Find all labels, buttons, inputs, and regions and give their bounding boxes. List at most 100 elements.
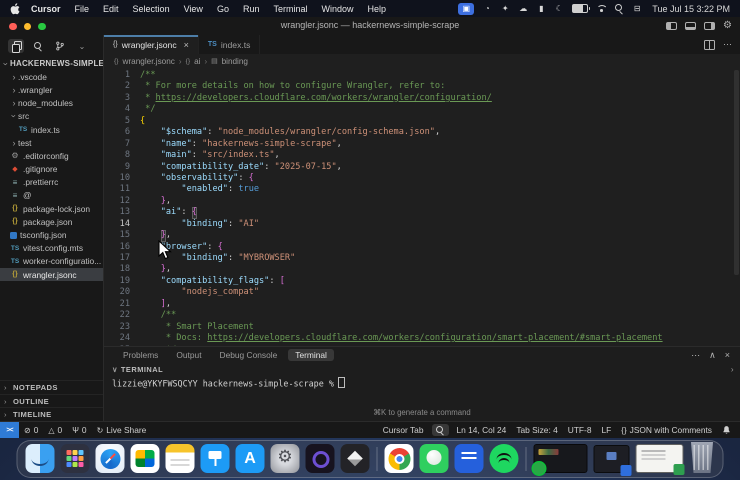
vpn-icon[interactable]: ✦ bbox=[500, 3, 510, 15]
file-prettierrc[interactable]: ≡.prettierrc bbox=[0, 176, 103, 189]
file-wrangler[interactable]: ›.wrangler bbox=[0, 83, 103, 96]
dock-settings-icon[interactable] bbox=[271, 444, 300, 473]
code-line-5[interactable]: 5{ bbox=[104, 116, 740, 127]
code-line-2[interactable]: 2 * For more details on how to configure… bbox=[104, 81, 740, 92]
code-line-23[interactable]: 23 * Smart Placement bbox=[104, 322, 740, 333]
panel-more-icon[interactable]: ⋯ bbox=[691, 350, 700, 361]
file-node-modules[interactable]: ›node_modules bbox=[0, 97, 103, 110]
dock-launchpad-icon[interactable] bbox=[61, 444, 90, 473]
code-line-13[interactable]: 13 "ai": { bbox=[104, 207, 740, 218]
code-line-18[interactable]: 18 }, bbox=[104, 264, 740, 275]
file-wrangler-jsonc[interactable]: {}wrangler.jsonc bbox=[0, 268, 103, 281]
panel-tab-problems[interactable]: Problems bbox=[116, 349, 165, 361]
menu-clock[interactable]: Tue Jul 15 3:22 PM bbox=[652, 4, 730, 14]
file-hackernews-simple[interactable]: ›HACKERNEWS-SIMPLE-... bbox=[0, 57, 103, 70]
menu-item-run[interactable]: Run bbox=[236, 4, 267, 14]
panel-tab-output[interactable]: Output bbox=[169, 349, 208, 361]
explorer-icon[interactable] bbox=[8, 39, 24, 53]
control-center-icon[interactable]: ⊟ bbox=[632, 3, 642, 15]
terminal-prompt[interactable]: lizzie@YKYFWSQCYY hackernews-simple-scra… bbox=[104, 375, 740, 389]
dock-minimized-window-light-icon[interactable] bbox=[636, 444, 684, 473]
file-[interactable]: ≡@ bbox=[0, 189, 103, 202]
code-line-17[interactable]: 17 "binding": "MYBROWSER" bbox=[104, 253, 740, 264]
code-line-6[interactable]: 6 "$schema": "node_modules/wrangler/conf… bbox=[104, 127, 740, 138]
panel-close-icon[interactable]: × bbox=[725, 350, 730, 361]
code-line-4[interactable]: 4 */ bbox=[104, 104, 740, 115]
file-package-lock-json[interactable]: {}package-lock.json bbox=[0, 202, 103, 215]
menu-item-help[interactable]: Help bbox=[361, 4, 394, 14]
breadcrumb-item-binding[interactable]: binding bbox=[222, 57, 248, 66]
tab-index-ts[interactable]: TSindex.ts bbox=[199, 35, 261, 54]
file-test[interactable]: ›test bbox=[0, 136, 103, 149]
dock-finder-icon[interactable] bbox=[26, 444, 55, 473]
dock-keynote-icon[interactable] bbox=[201, 444, 230, 473]
spotlight-search-icon[interactable] bbox=[614, 3, 624, 15]
code-line-9[interactable]: 9 "compatibility_date": "2025-07-15", bbox=[104, 162, 740, 173]
error-count[interactable]: ⊘0 bbox=[19, 425, 43, 435]
search-icon[interactable] bbox=[30, 39, 46, 53]
encoding[interactable]: UTF-8 bbox=[563, 425, 597, 435]
apple-menu-icon[interactable] bbox=[10, 3, 20, 15]
tab-size[interactable]: Tab Size: 4 bbox=[511, 425, 562, 435]
code-line-21[interactable]: 21 ], bbox=[104, 299, 740, 310]
sidebar-section-notepads[interactable]: ›NOTEPADS bbox=[0, 380, 103, 394]
mic-icon[interactable]: ▮ bbox=[536, 3, 546, 15]
more-views-chevron-icon[interactable]: ⌄ bbox=[74, 39, 90, 53]
breadcrumb[interactable]: {}wrangler.jsonc›{}ai›▤binding bbox=[104, 54, 740, 68]
file-package-json[interactable]: {}package.json bbox=[0, 215, 103, 228]
close-tab-icon[interactable]: × bbox=[184, 40, 189, 50]
dock-blue-docs-app-icon[interactable] bbox=[455, 444, 484, 473]
cloud-icon[interactable]: ☁ bbox=[518, 3, 528, 15]
file-worker-configuratio[interactable]: TSworker-configuratio... bbox=[0, 255, 103, 268]
eol[interactable]: LF bbox=[597, 425, 617, 435]
code-line-7[interactable]: 7 "name": "hackernews-simple-scrape", bbox=[104, 139, 740, 150]
code-line-15[interactable]: 15 }, bbox=[104, 230, 740, 241]
code-line-12[interactable]: 12 }, bbox=[104, 196, 740, 207]
dock-spotify-icon[interactable] bbox=[490, 444, 519, 473]
dock-chrome-icon[interactable] bbox=[385, 444, 414, 473]
battery-icon[interactable] bbox=[572, 3, 588, 15]
code-line-3[interactable]: 3 * https://developers.cloudflare.com/wo… bbox=[104, 93, 740, 104]
file-index-ts[interactable]: TSindex.ts bbox=[0, 123, 103, 136]
live-share[interactable]: ↻Live Share bbox=[92, 425, 152, 435]
toggle-secondary-sidebar-icon[interactable] bbox=[704, 22, 715, 30]
file-tsconfig-json[interactable]: tsconfig.json bbox=[0, 228, 103, 241]
timer-icon[interactable]: ◔ bbox=[482, 3, 492, 15]
code-line-11[interactable]: 11 "enabled": true bbox=[104, 184, 740, 195]
terminal-section-header[interactable]: ∨ TERMINAL › bbox=[104, 363, 740, 375]
code-line-1[interactable]: 1/** bbox=[104, 70, 740, 81]
terminal-scroll-chevron-icon[interactable]: › bbox=[731, 365, 740, 374]
menu-item-window[interactable]: Window bbox=[314, 4, 360, 14]
code-line-20[interactable]: 20 "nodejs_compat" bbox=[104, 287, 740, 298]
dock-meet-icon[interactable] bbox=[131, 444, 160, 473]
code-line-14[interactable]: 14 "binding": "AI" bbox=[104, 219, 740, 230]
search-toggle[interactable] bbox=[432, 424, 449, 436]
menu-item-cursor[interactable]: Cursor bbox=[24, 4, 68, 14]
remote-indicator[interactable]: >< bbox=[0, 422, 19, 438]
source-control-icon[interactable] bbox=[52, 39, 68, 53]
menu-item-view[interactable]: View bbox=[177, 4, 210, 14]
code-line-16[interactable]: 16 "browser": { bbox=[104, 242, 740, 253]
dock-minimized-window-dark-icon[interactable] bbox=[594, 445, 630, 473]
warning-count[interactable]: △0 bbox=[43, 425, 67, 435]
editor-scrollbar[interactable] bbox=[734, 70, 739, 275]
file-editorconfig[interactable]: ⚙.editorconfig bbox=[0, 149, 103, 162]
split-editor-icon[interactable] bbox=[704, 40, 715, 50]
menu-item-go[interactable]: Go bbox=[210, 4, 236, 14]
language-mode[interactable]: {}JSON with Comments bbox=[616, 425, 717, 435]
menu-item-edit[interactable]: Edit bbox=[96, 4, 126, 14]
more-actions-icon[interactable]: ⋯ bbox=[723, 39, 732, 50]
cursor-tab[interactable]: Cursor Tab bbox=[378, 425, 429, 435]
toggle-panel-icon[interactable] bbox=[685, 22, 696, 30]
dock-app-store-icon[interactable]: A bbox=[236, 444, 265, 473]
file-gitignore[interactable]: ◆.gitignore bbox=[0, 163, 103, 176]
dock-purple-ring-app-icon[interactable] bbox=[306, 444, 335, 473]
breadcrumb-item-wrangler-jsonc[interactable]: wrangler.jsonc bbox=[123, 57, 175, 66]
dock-cube-app-icon[interactable] bbox=[341, 444, 370, 473]
code-line-19[interactable]: 19 "compatibility_flags": [ bbox=[104, 276, 740, 287]
dock-notes-icon[interactable] bbox=[166, 444, 195, 473]
dock-safari-icon[interactable] bbox=[96, 444, 125, 473]
code-line-24[interactable]: 24 * Docs: https://developers.cloudflare… bbox=[104, 333, 740, 344]
code-editor[interactable]: 1/**2 * For more details on how to confi… bbox=[104, 70, 740, 346]
file-vitest-config-mts[interactable]: TSvitest.config.mts bbox=[0, 242, 103, 255]
